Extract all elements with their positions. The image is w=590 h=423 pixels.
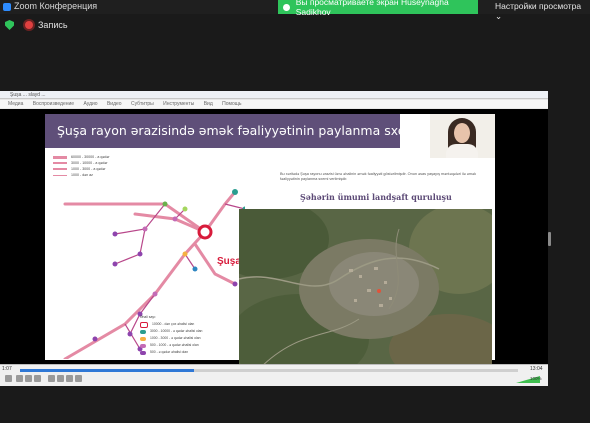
- menu-item[interactable]: Медиа: [8, 101, 23, 107]
- stop-icon[interactable]: [25, 375, 32, 382]
- shared-screen: Şuşa ... slayd ... Медиа Воспроизведение…: [0, 91, 548, 386]
- seek-progress: [20, 369, 195, 372]
- recording-label: Запись: [38, 20, 68, 30]
- legend-marker: [140, 350, 146, 355]
- seek-bar[interactable]: [20, 369, 518, 372]
- legend-swatch: [53, 162, 67, 164]
- legend-text: 1000 - 3000 - ə qədər əhalisi olan: [150, 336, 201, 340]
- playlist-icon[interactable]: [57, 375, 64, 382]
- menu-item[interactable]: Помощь: [222, 101, 241, 107]
- security-shield-icon[interactable]: [5, 20, 14, 30]
- slide-subtitle: Şəhərin ümumi landşaft quruluşu: [300, 192, 452, 202]
- previous-icon[interactable]: [16, 375, 23, 382]
- city-label: Şuşa: [217, 256, 241, 267]
- volume-label: 100%: [530, 376, 542, 381]
- play-icon[interactable]: [5, 375, 12, 382]
- window-title: Zoom Конференция: [14, 1, 98, 11]
- legend-text: 500 - 1000 - ə qədər əhalisi olan: [150, 343, 199, 347]
- menu-item[interactable]: Субтитры: [131, 101, 154, 107]
- slide-description: Bu xəritədə Şuşa rayonu ərazisi üzrə əha…: [280, 172, 477, 181]
- legend-swatch: [53, 155, 67, 159]
- record-icon: [25, 21, 33, 29]
- legend-text: 10000 - dən çox əhalisi olan: [152, 322, 195, 326]
- view-options-button[interactable]: Настройки просмотра ⌄: [495, 1, 590, 22]
- legend-marker: [140, 321, 148, 328]
- share-indicator-icon: [283, 3, 290, 11]
- presentation-slide: Şuşa rayon ərazisində əmək fəaliyyətinin…: [45, 114, 495, 373]
- legend-title: Əhali sayı:: [140, 315, 156, 319]
- legend-text: 3000 - 10000 - ə qədər əhalisi olan: [150, 329, 203, 333]
- satellite-terrain: [239, 209, 492, 373]
- shared-window-title: Şuşa ... slayd ...: [0, 91, 548, 99]
- slide-title: Şuşa rayon ərazisində əmək fəaliyyətinin…: [45, 114, 421, 148]
- city-marker: [197, 224, 213, 240]
- time-total: 13:04: [530, 366, 543, 372]
- menu-item[interactable]: Аудио: [83, 101, 97, 107]
- menu-item[interactable]: Инструменты: [163, 101, 194, 107]
- menu-item[interactable]: Воспроизведение: [33, 101, 74, 107]
- recording-indicator[interactable]: Запись: [25, 20, 68, 30]
- fullscreen-icon[interactable]: [48, 375, 55, 382]
- legend-marker: [140, 336, 146, 341]
- population-legend: Əhali sayı: 10000 - dən çox əhalisi olan…: [140, 314, 202, 356]
- shared-menu-bar: Медиа Воспроизведение Аудио Видео Субтит…: [0, 100, 548, 108]
- legend-text: 500 - ə qədər əhalisi olan: [150, 350, 189, 354]
- loop-icon[interactable]: [66, 375, 73, 382]
- satellite-image: [239, 209, 492, 373]
- presenter-face: [454, 123, 470, 143]
- screen-share-banner: Вы просматриваете экран Huseynagha Sadik…: [278, 0, 478, 17]
- menu-item[interactable]: Вид: [204, 101, 213, 107]
- legend-swatch: [53, 168, 67, 170]
- time-elapsed: 1:07: [2, 366, 12, 372]
- presenter-body: [446, 144, 478, 158]
- legend-marker: [140, 329, 146, 334]
- presenter-webcam: [430, 114, 495, 158]
- video-area: Şuşa rayon ərazisində əmək fəaliyyətinin…: [0, 109, 548, 373]
- next-icon[interactable]: [34, 375, 41, 382]
- menu-item[interactable]: Видео: [107, 101, 122, 107]
- share-banner-text: Вы просматриваете экран Huseynagha Sadik…: [295, 0, 449, 17]
- zoom-icon: [3, 3, 11, 11]
- player-controls: 1:07 13:04 100%: [0, 364, 548, 386]
- shuffle-icon[interactable]: [75, 375, 82, 382]
- scroll-handle[interactable]: [548, 232, 551, 246]
- legend-marker: [140, 343, 146, 348]
